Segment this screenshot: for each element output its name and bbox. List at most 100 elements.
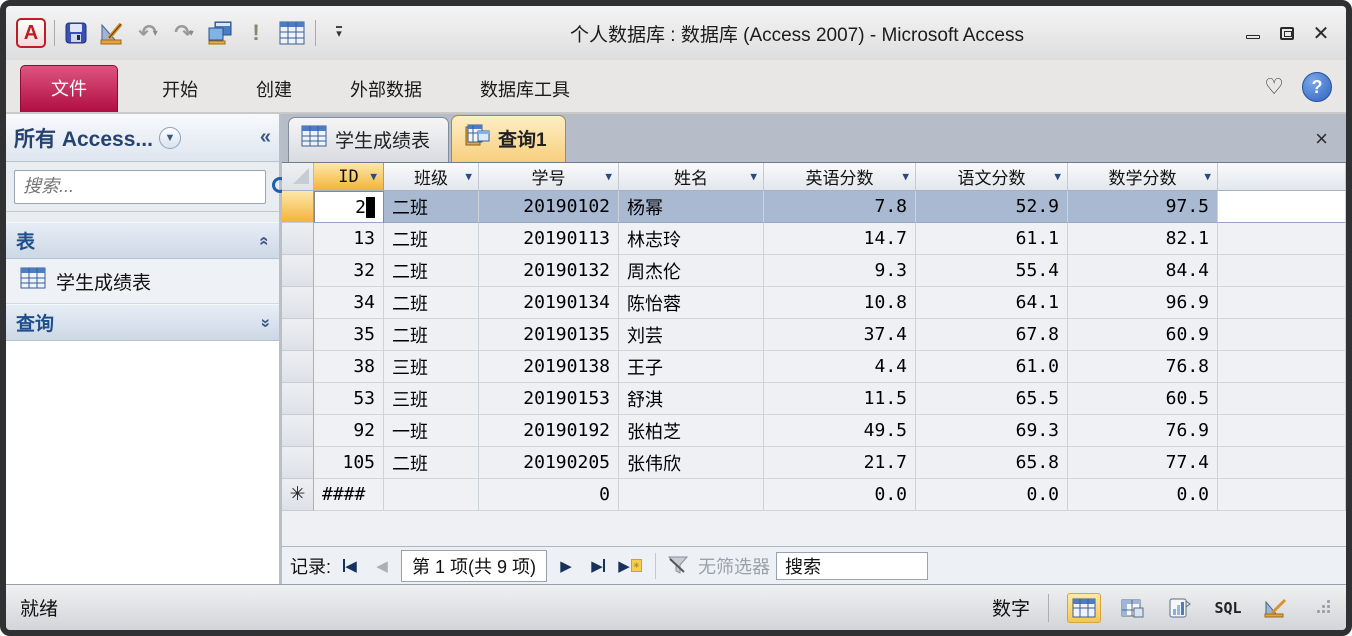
cell-chinese-score[interactable]: 52.9	[916, 191, 1068, 223]
cell-english-score[interactable]: 37.4	[764, 319, 916, 351]
cell-id[interactable]: 35	[314, 319, 384, 351]
cell-chinese-score[interactable]: 67.8	[916, 319, 1068, 351]
close-button[interactable]: ✕	[1310, 24, 1332, 42]
document-tab-学生成绩表[interactable]: 学生成绩表	[288, 117, 449, 162]
row-selector[interactable]	[282, 319, 314, 351]
cell-id[interactable]: 105	[314, 447, 384, 479]
switch-windows-icon[interactable]	[207, 20, 233, 46]
ribbon-tab-database-tools[interactable]: 数据库工具	[454, 68, 596, 112]
document-tab-查询1[interactable]: 查询1	[451, 115, 566, 162]
cell-name[interactable]: 张伟欣	[619, 447, 764, 479]
cell-english-score[interactable]: 10.8	[764, 287, 916, 319]
nav-section-tables[interactable]: 表«	[6, 222, 279, 259]
cell-english-score[interactable]: 21.7	[764, 447, 916, 479]
cell-id[interactable]: 32	[314, 255, 384, 287]
minimize-button[interactable]	[1242, 24, 1264, 42]
cell-chinese-score[interactable]: 64.1	[916, 287, 1068, 319]
chevron-down-icon[interactable]: ▼	[902, 170, 909, 183]
nav-pane-header[interactable]: 所有 Access... ▼ «	[6, 114, 279, 162]
restore-button[interactable]	[1276, 24, 1298, 42]
cell-student-no[interactable]: 20190132	[479, 255, 619, 287]
chevron-down-icon[interactable]: ▼	[605, 170, 612, 183]
row-selector[interactable]	[282, 447, 314, 479]
cell-english-score[interactable]: 49.5	[764, 415, 916, 447]
column-header-student-no[interactable]: 学号▼	[479, 163, 619, 191]
cell-student-no[interactable]: 20190102	[479, 191, 619, 223]
cell-name[interactable]: 林志玲	[619, 223, 764, 255]
cell-name[interactable]	[619, 479, 764, 511]
cell-class[interactable]: 三班	[384, 351, 479, 383]
new-record-button[interactable]: ▶✳	[617, 553, 643, 579]
sql-view-button[interactable]: SQL	[1211, 593, 1245, 623]
design-view-icon[interactable]	[99, 20, 125, 46]
run-icon[interactable]: !	[243, 20, 269, 46]
access-app-icon[interactable]: A	[16, 18, 46, 48]
cell-id[interactable]: 38	[314, 351, 384, 383]
cell-chinese-score[interactable]: 65.5	[916, 383, 1068, 415]
cell-english-score[interactable]: 4.4	[764, 351, 916, 383]
cell-student-no[interactable]: 20190134	[479, 287, 619, 319]
undo-icon[interactable]: ↶▾	[135, 20, 161, 46]
chevron-down-icon[interactable]: ▼	[465, 170, 472, 183]
column-header-class[interactable]: 班级▼	[384, 163, 479, 191]
first-record-button[interactable]: ◀	[337, 553, 363, 579]
column-header-id[interactable]: ID▼	[314, 163, 384, 191]
qat-customize-icon[interactable]: ▾	[326, 20, 352, 46]
chevron-down-icon[interactable]: ▼	[1054, 170, 1061, 183]
nav-search-input[interactable]	[14, 170, 266, 204]
chevron-down-icon[interactable]: ▼	[1204, 170, 1211, 183]
row-selector[interactable]	[282, 415, 314, 447]
cell-chinese-score[interactable]: 61.1	[916, 223, 1068, 255]
cell-student-no[interactable]: 20190138	[479, 351, 619, 383]
cell-name[interactable]: 刘芸	[619, 319, 764, 351]
cell-chinese-score[interactable]: 61.0	[916, 351, 1068, 383]
chevron-down-icon[interactable]: ▼	[159, 127, 181, 149]
cell-english-score[interactable]: 7.8	[764, 191, 916, 223]
cell-class[interactable]: 二班	[384, 319, 479, 351]
row-selector[interactable]	[282, 191, 314, 223]
cell-math-score[interactable]: 82.1	[1068, 223, 1218, 255]
column-header-chinese-score[interactable]: 语文分数▼	[916, 163, 1068, 191]
cell-chinese-score[interactable]: 55.4	[916, 255, 1068, 287]
cell-math-score[interactable]: 84.4	[1068, 255, 1218, 287]
cell-name[interactable]: 杨幂	[619, 191, 764, 223]
select-all-corner[interactable]	[282, 163, 314, 191]
ribbon-tab-external-data[interactable]: 外部数据	[324, 68, 448, 112]
cell-math-score[interactable]: 60.9	[1068, 319, 1218, 351]
previous-record-button[interactable]: ◀	[369, 553, 395, 579]
cell-id[interactable]: ####	[314, 479, 384, 511]
resize-grip[interactable]	[1317, 600, 1332, 615]
cell-class[interactable]	[384, 479, 479, 511]
nav-section-queries[interactable]: 查询«	[6, 304, 279, 341]
datasheet-view-icon[interactable]	[279, 20, 305, 46]
pivottable-view-button[interactable]	[1115, 593, 1149, 623]
cell-english-score[interactable]: 11.5	[764, 383, 916, 415]
cell-class[interactable]: 二班	[384, 223, 479, 255]
cell-english-score[interactable]: 0.0	[764, 479, 916, 511]
column-header-english-score[interactable]: 英语分数▼	[764, 163, 916, 191]
column-header-math-score[interactable]: 数学分数▼	[1068, 163, 1218, 191]
row-selector[interactable]	[282, 255, 314, 287]
row-selector[interactable]	[282, 287, 314, 319]
cell-student-no[interactable]: 0	[479, 479, 619, 511]
cell-class[interactable]: 二班	[384, 255, 479, 287]
cell-math-score[interactable]: 76.9	[1068, 415, 1218, 447]
cell-math-score[interactable]: 76.8	[1068, 351, 1218, 383]
close-document-icon[interactable]: ×	[1315, 126, 1328, 152]
cell-math-score[interactable]: 97.5	[1068, 191, 1218, 223]
cell-chinese-score[interactable]: 65.8	[916, 447, 1068, 479]
cell-student-no[interactable]: 20190205	[479, 447, 619, 479]
cell-student-no[interactable]: 20190192	[479, 415, 619, 447]
row-selector[interactable]	[282, 223, 314, 255]
cell-id[interactable]: 53	[314, 383, 384, 415]
cell-english-score[interactable]: 14.7	[764, 223, 916, 255]
cell-id[interactable]: 92	[314, 415, 384, 447]
cell-student-no[interactable]: 20190153	[479, 383, 619, 415]
chevron-down-icon[interactable]: ▼	[370, 170, 377, 183]
cell-chinese-score[interactable]: 0.0	[916, 479, 1068, 511]
cell-class[interactable]: 二班	[384, 191, 479, 223]
chevron-down-icon[interactable]: «	[254, 318, 274, 327]
cell-student-no[interactable]: 20190113	[479, 223, 619, 255]
nav-item-学生成绩表[interactable]: 学生成绩表	[6, 259, 279, 304]
cell-math-score[interactable]: 60.5	[1068, 383, 1218, 415]
